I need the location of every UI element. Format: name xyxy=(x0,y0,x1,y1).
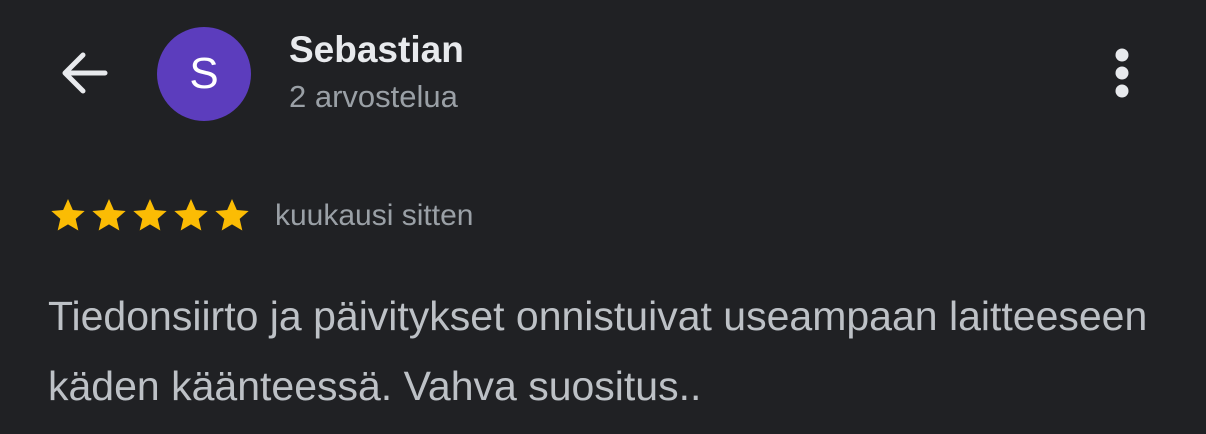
author-info[interactable]: Sebastian 2 arvostelua xyxy=(289,28,464,117)
back-button[interactable] xyxy=(52,44,114,106)
review-text: Tiedonsiirto ja päivitykset onnistuivat … xyxy=(48,293,1148,409)
star-filled-icon xyxy=(174,199,208,231)
avatar[interactable]: S xyxy=(157,27,251,121)
more-vertical-icon xyxy=(1112,47,1132,104)
star-filled-icon xyxy=(133,199,167,231)
author-name: Sebastian xyxy=(289,29,464,70)
more-options-button[interactable] xyxy=(1098,44,1146,106)
review-count: 2 arvostelua xyxy=(289,79,458,114)
star-rating xyxy=(48,196,253,236)
rating-row: kuukausi sitten xyxy=(48,194,473,238)
star-filled-icon xyxy=(51,199,85,231)
star-filled-icon xyxy=(215,199,249,231)
arrow-left-icon xyxy=(57,51,109,100)
star-filled-icon xyxy=(92,199,126,231)
review-time: kuukausi sitten xyxy=(275,199,474,232)
